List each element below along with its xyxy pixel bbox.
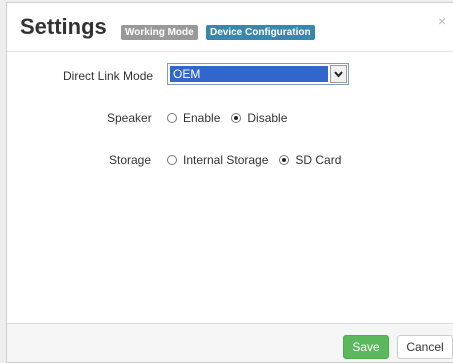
working-mode-badge[interactable]: Working Mode	[121, 25, 198, 40]
storage-option-internal[interactable]: Internal Storage	[167, 153, 268, 167]
speaker-radio-group: Enable Disable	[167, 111, 298, 125]
speaker-option-disable[interactable]: Disable	[231, 111, 287, 125]
close-icon[interactable]: ×	[438, 14, 446, 28]
speaker-enable-label: Enable	[183, 111, 221, 125]
direct-link-mode-label: Direct Link Mode	[63, 69, 154, 83]
speaker-option-enable[interactable]: Enable	[167, 111, 220, 125]
save-button[interactable]: Save	[343, 335, 389, 359]
storage-internal-label: Internal Storage	[183, 153, 269, 167]
radio-disable[interactable]	[231, 113, 242, 123]
settings-dialog: Settings Working Mode Device Configurati…	[6, 2, 453, 363]
chevron-down-icon[interactable]	[330, 65, 347, 83]
radio-internal-storage[interactable]	[167, 155, 177, 165]
storage-radio-group: Internal Storage SD Card	[167, 153, 352, 167]
cancel-button[interactable]: Cancel	[397, 335, 453, 359]
storage-sd-card-label: SD Card	[295, 153, 342, 167]
dialog-header: Settings Working Mode Device Configurati…	[7, 3, 453, 52]
storage-label: Storage	[109, 153, 152, 167]
radio-sd-card[interactable]	[279, 155, 290, 165]
speaker-disable-label: Disable	[247, 111, 288, 125]
storage-option-sd-card[interactable]: SD Card	[279, 153, 341, 167]
device-configuration-badge[interactable]: Device Configuration	[206, 25, 315, 40]
speaker-label: Speaker	[107, 111, 152, 125]
radio-enable[interactable]	[167, 113, 177, 123]
select-selected-value: OEM	[170, 66, 328, 82]
dialog-title: Settings	[20, 14, 107, 39]
direct-link-mode-select[interactable]: OEM	[167, 63, 349, 85]
